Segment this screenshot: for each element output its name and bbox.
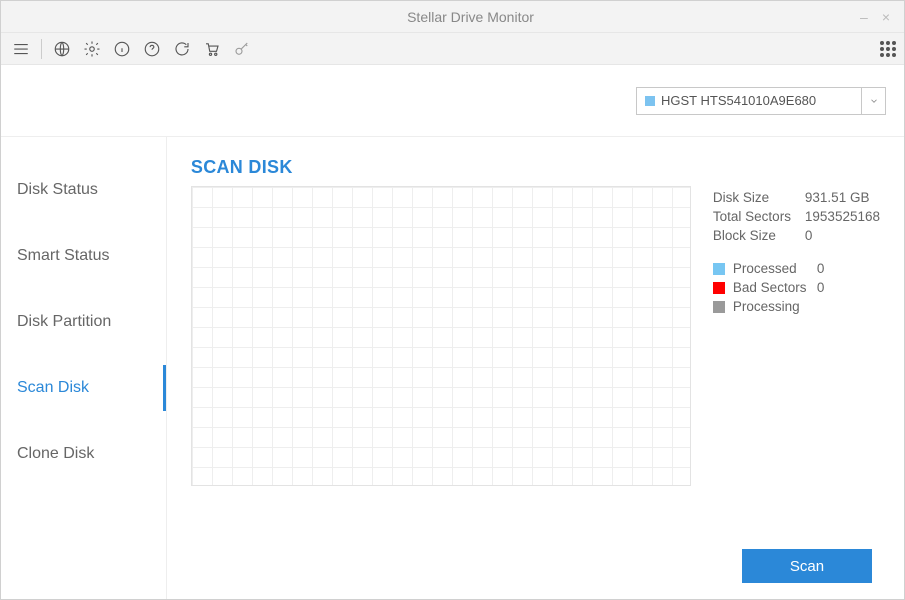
total-sectors-label: Total Sectors [713,209,805,224]
help-icon[interactable] [140,37,164,61]
disk-size-value: 931.51 GB [805,190,870,205]
section-title: SCAN DISK [191,157,880,178]
sidebar-item-scan-disk[interactable]: Scan Disk [1,369,166,407]
info-icon[interactable] [110,37,134,61]
drive-selector-row: HGST HTS541010A9E680 [1,65,904,137]
drive-color-swatch [645,96,655,106]
total-sectors-value: 1953525168 [805,209,880,224]
apps-grid-icon[interactable] [880,41,896,57]
toolbar-separator [41,39,42,59]
sidebar-item-label: Disk Status [17,181,98,198]
sidebar-item-label: Smart Status [17,247,109,264]
processing-swatch [713,301,725,313]
globe-icon[interactable] [50,37,74,61]
minimize-button[interactable]: – [860,9,868,25]
bad-sectors-swatch [713,282,725,294]
block-size-value: 0 [805,228,813,243]
drive-select[interactable]: HGST HTS541010A9E680 [636,87,886,115]
sidebar-item-smart-status[interactable]: Smart Status [1,237,166,275]
window-title: Stellar Drive Monitor [81,9,860,25]
key-icon[interactable] [230,37,254,61]
scan-grid [191,186,691,486]
sidebar: Disk Status Smart Status Disk Partition … [1,137,166,599]
scan-button[interactable]: Scan [742,549,872,583]
sidebar-item-label: Disk Partition [17,313,111,330]
sidebar-item-clone-disk[interactable]: Clone Disk [1,435,166,473]
processed-label: Processed [733,261,817,276]
processing-label: Processing [733,299,817,314]
sidebar-item-disk-partition[interactable]: Disk Partition [1,303,166,341]
bad-sectors-value: 0 [817,280,825,295]
chevron-down-icon[interactable] [861,88,885,114]
sidebar-item-label: Scan Disk [17,379,89,396]
cart-icon[interactable] [200,37,224,61]
processed-value: 0 [817,261,825,276]
block-size-label: Block Size [713,228,805,243]
toolbar [1,33,904,65]
menu-icon[interactable] [9,37,33,61]
scan-info-panel: Disk Size931.51 GB Total Sectors19535251… [713,186,880,533]
processed-swatch [713,263,725,275]
title-bar: Stellar Drive Monitor – × [1,1,904,33]
gear-icon[interactable] [80,37,104,61]
disk-size-label: Disk Size [713,190,805,205]
bad-sectors-label: Bad Sectors [733,280,817,295]
drive-select-value: HGST HTS541010A9E680 [661,93,861,108]
sidebar-item-label: Clone Disk [17,445,94,462]
close-button[interactable]: × [882,9,890,25]
refresh-icon[interactable] [170,37,194,61]
sidebar-item-disk-status[interactable]: Disk Status [1,171,166,209]
